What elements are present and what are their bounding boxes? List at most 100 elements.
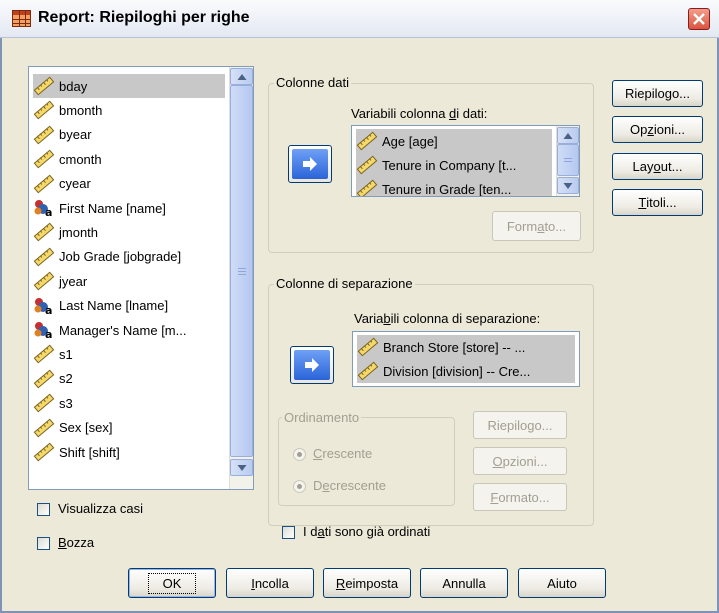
arrow-right-icon (303, 157, 317, 171)
crescente-label: Crescente (313, 446, 373, 461)
ruler-icon (356, 131, 378, 151)
ordinamento-legend: Ordinamento (282, 410, 362, 425)
ok-button[interactable]: OK (128, 568, 216, 598)
decrescente-label: Decrescente (313, 478, 386, 493)
list-item[interactable]: Tenure in Grade [ten... (356, 177, 552, 196)
colonne-separazione-legend: Colonne di separazione (274, 276, 415, 291)
list-item-label: s2 (59, 371, 73, 387)
chevron-up-icon (563, 132, 573, 139)
chevron-down-icon (237, 464, 246, 471)
ruler-icon (33, 174, 55, 194)
list-item[interactable]: Division [division] -- Cre... (357, 359, 575, 383)
list-item[interactable]: Job Grade [jobgrade] (33, 245, 225, 269)
list-item-label: Branch Store [store] -- ... (383, 339, 526, 355)
move-to-data-columns-button[interactable] (288, 145, 332, 183)
list-item-label: Last Name [lname] (59, 298, 169, 314)
arrow-right-icon (305, 358, 319, 372)
dialog-title: Report: Riepiloghi per righe (38, 9, 250, 26)
list-item-label: cmonth (59, 151, 102, 167)
scroll-up-button[interactable] (557, 127, 579, 144)
list-item-label: Age [age] (382, 133, 438, 149)
scroll-thumb[interactable] (557, 144, 579, 176)
ruler-icon (356, 155, 378, 175)
move-to-break-columns-button[interactable] (290, 346, 334, 384)
close-icon (693, 13, 705, 25)
break-formato-button[interactable]: Formato... (473, 483, 567, 511)
ruler-icon (33, 393, 55, 413)
data-columns-list[interactable]: Age [age] Tenure in Company [t... Tenure i… (351, 125, 580, 197)
source-list-scrollbar[interactable] (229, 67, 253, 489)
data-columns-list-label: Variabili colonna di dati: (351, 106, 488, 121)
annulla-button[interactable]: Annulla (420, 568, 508, 598)
list-item[interactable]: bday (33, 74, 225, 98)
list-item-label: Manager's Name [m... (59, 322, 187, 338)
close-button[interactable] (688, 8, 710, 30)
list-item[interactable]: bmonth (33, 98, 225, 122)
list-item[interactable]: Tenure in Company [t... (356, 153, 552, 177)
list-item[interactable]: a Manager's Name [m... (33, 318, 225, 342)
colonne-dati-legend: Colonne dati (274, 75, 351, 90)
string-variable-icon: a (33, 320, 55, 341)
list-item-label: jyear (59, 273, 88, 289)
scroll-down-button[interactable] (230, 459, 253, 476)
list-item[interactable]: Shift [shift] (33, 440, 225, 464)
incolla-button[interactable]: Incolla (226, 568, 314, 598)
list-item[interactable]: s2 (33, 367, 225, 391)
list-item-label: jmonth (59, 224, 99, 240)
reimposta-button[interactable]: Reimposta (323, 568, 411, 598)
list-item-label: Shift [shift] (59, 444, 120, 460)
list-item[interactable]: Sex [sex] (33, 416, 225, 440)
bozza-label: Bozza (58, 535, 95, 550)
scroll-up-button[interactable] (230, 68, 253, 85)
riepilogo-button[interactable]: Riepilo g o... (612, 80, 703, 107)
list-item[interactable]: cyear (33, 172, 225, 196)
data-columns-scrollbar[interactable] (556, 126, 579, 196)
string-variable-icon: a (33, 198, 55, 219)
layout-button[interactable]: Lay o ut... (612, 153, 703, 180)
svg-text:a: a (45, 304, 52, 316)
list-item[interactable]: a First Name [name] (33, 196, 225, 220)
list-item[interactable]: Age [age] (356, 129, 552, 153)
aiuto-button[interactable]: Aiuto (518, 568, 606, 598)
opzioni-button[interactable]: Op z ioni... (612, 116, 703, 143)
ruler-icon (33, 369, 55, 389)
titoli-button[interactable]: Titoli... (612, 189, 703, 216)
ruler-icon (33, 442, 55, 462)
list-item[interactable]: s3 (33, 391, 225, 415)
ruler-icon (356, 179, 378, 196)
ruler-icon (33, 76, 55, 96)
list-item[interactable]: byear (33, 123, 225, 147)
break-columns-list[interactable]: Branch Store [store] -- ... Division [div… (352, 331, 580, 387)
list-item[interactable]: cmonth (33, 147, 225, 171)
list-item[interactable]: s1 (33, 342, 225, 366)
ruler-icon (33, 222, 55, 242)
scroll-down-button[interactable] (557, 177, 579, 194)
report-table-icon (12, 10, 31, 27)
list-item-label: Division [division] -- Cre... (383, 363, 531, 379)
list-item[interactable]: jyear (33, 269, 225, 293)
decrescente-radio[interactable] (293, 480, 306, 493)
list-item[interactable]: a Last Name [lname] (33, 294, 225, 318)
break-opzioni-button[interactable]: Opzioni... (473, 447, 567, 475)
source-variable-list[interactable]: bday bmonth byear cmonth cyear a First Name [n… (28, 66, 254, 490)
scroll-thumb[interactable] (230, 85, 253, 457)
list-item-label: cyear (59, 176, 91, 192)
ruler-icon (33, 247, 55, 267)
title-bar[interactable]: Report: Riepiloghi per righe (0, 0, 719, 38)
visualizza-casi-checkbox[interactable] (37, 503, 50, 516)
list-item-label: Job Grade [jobgrade] (59, 249, 182, 265)
break-columns-list-label: Variabili colonna di separazione: (354, 311, 541, 326)
dati-gia-ordinati-checkbox[interactable] (282, 526, 295, 539)
crescente-radio[interactable] (293, 448, 306, 461)
ruler-icon (33, 149, 55, 169)
chevron-up-icon (237, 73, 246, 80)
ruler-icon (33, 344, 55, 364)
formato-button[interactable]: Form a to... (492, 211, 581, 241)
list-item-label: s3 (59, 395, 73, 411)
break-riepilogo-button[interactable]: Riepilo g o... (473, 411, 567, 439)
list-item[interactable]: jmonth (33, 220, 225, 244)
ruler-icon (33, 100, 55, 120)
list-item[interactable]: Branch Store [store] -- ... (357, 335, 575, 359)
bozza-checkbox[interactable] (37, 537, 50, 550)
ruler-icon (33, 271, 55, 291)
